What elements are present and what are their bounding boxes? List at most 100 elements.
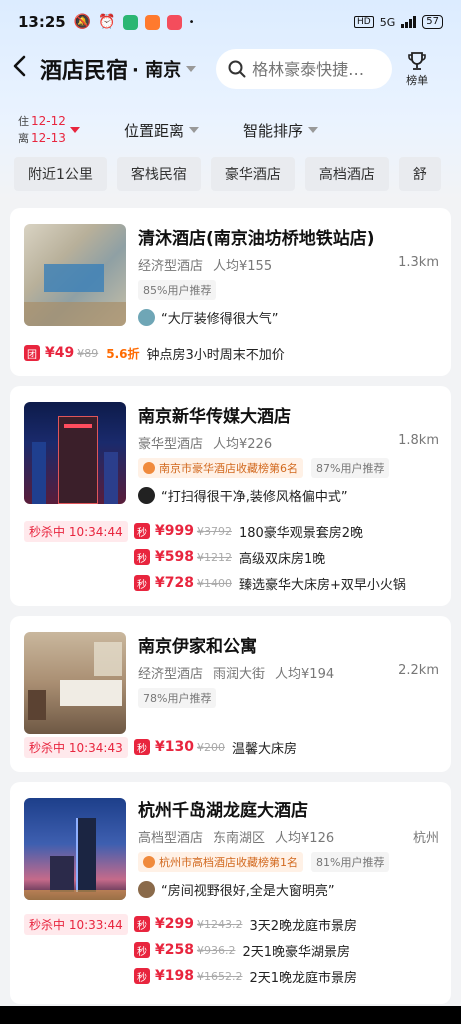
ranking-label: 杭州市高档酒店收藏榜第1名 <box>159 856 298 869</box>
flash-badge: 秒 <box>134 916 150 932</box>
hotel-name: 南京新华传媒大酒店 <box>138 407 291 427</box>
clock: 13:25 <box>18 13 66 31</box>
sort-label: 智能排序 <box>243 121 304 140</box>
avg-price: 人均¥155 <box>213 259 273 274</box>
city-selector[interactable]: · 南京 <box>132 56 197 82</box>
chip[interactable]: 舒 <box>398 157 441 191</box>
ranking-label: 南京市豪华酒店收藏榜第6名 <box>159 462 298 475</box>
offer-row[interactable]: 秒 ¥598 ¥1212 高级双床房1晚 <box>24 546 439 568</box>
app-notification-icon <box>166 14 182 30</box>
avg-price: 人均¥194 <box>275 667 335 682</box>
chip[interactable]: 豪华酒店 <box>210 157 295 191</box>
back-arrow-icon[interactable] <box>12 54 40 84</box>
flash-badge: 秒 <box>134 942 150 958</box>
area: 雨润大街 <box>213 667 266 682</box>
ranking-tag[interactable]: 杭州市高档酒店收藏榜第1名 <box>138 852 303 872</box>
medal-icon <box>143 856 155 868</box>
location-label: 位置距离 <box>124 121 185 140</box>
alarm-icon: ⏰ <box>98 14 116 30</box>
original-price: ¥1400 <box>196 576 232 590</box>
hotel-card[interactable]: 杭州千岛湖龙庭大酒店 高档型酒店 东南湖区 人均¥126 杭州 杭州市高档酒店收藏榜第… <box>10 782 451 1004</box>
deal-row[interactable]: 团 ¥49 ¥89 5.6折 钟点房3小时周末不加价 <box>24 342 439 364</box>
avg-price: 人均¥126 <box>275 831 335 846</box>
offer-price: ¥598 <box>155 549 194 565</box>
avatar <box>138 309 155 326</box>
original-price: ¥3792 <box>196 524 232 538</box>
avg-price: 人均¥226 <box>213 437 273 452</box>
original-price: ¥1652.2 <box>196 969 243 983</box>
distance: 杭州 <box>412 831 439 846</box>
city-label: · 南京 <box>132 60 182 81</box>
offer-row[interactable]: 秒杀中 10:33:44 秒 ¥299 ¥1243.2 3天2晚龙庭市景房 <box>24 913 439 935</box>
discount: 5.6折 <box>106 346 140 361</box>
offer-row[interactable]: 秒杀中 10:34:44 秒 ¥999 ¥3792 180豪华观景套房2晚 <box>24 520 439 542</box>
flash-sale-timer: 秒杀中 10:34:43 <box>24 736 128 758</box>
app-notification-icon <box>144 14 160 30</box>
checkout-date: 12-13 <box>31 131 66 145</box>
network-label: 5G <box>379 15 396 29</box>
status-bar: 13:25 🔕 ⏰ • HD 5G 57 <box>0 0 461 44</box>
flash-badge: 秒 <box>134 549 150 565</box>
chip[interactable]: 高档酒店 <box>304 157 389 191</box>
offer-desc: 2天1晚龙庭市景房 <box>249 970 358 986</box>
original-price: ¥936.2 <box>196 943 236 957</box>
hotel-type: 经济型酒店 <box>138 667 204 682</box>
offer-desc: 温馨大床房 <box>231 741 297 757</box>
hotel-name: 清沐酒店(南京油坊桥地铁站店) <box>138 229 375 249</box>
hotel-type: 经济型酒店 <box>138 259 204 274</box>
hd-icon: HD <box>354 16 374 28</box>
original-price: ¥1212 <box>196 550 232 564</box>
hotel-name: 杭州千岛湖龙庭大酒店 <box>138 801 308 821</box>
offer-price: ¥130 <box>155 739 194 755</box>
recommend-tag: 81%用户推荐 <box>311 852 390 872</box>
smart-sort-filter[interactable]: 智能排序 <box>243 120 319 141</box>
recommend-tag: 87%用户推荐 <box>311 458 390 478</box>
mute-bell-icon: 🔕 <box>73 14 92 30</box>
offer-row[interactable]: 秒 ¥258 ¥936.2 2天1晚豪华湖景房 <box>24 939 439 961</box>
search-input[interactable] <box>252 59 383 79</box>
app-notification-icon <box>122 14 138 30</box>
header: 酒店民宿 · 南京 榜单 <box>0 44 461 94</box>
hotel-card[interactable]: 南京伊家和公寓 经济型酒店 雨润大街 人均¥194 2.2km 78%用户推荐 秒杀中… <box>10 616 451 772</box>
rank-button[interactable]: 榜单 <box>406 50 428 88</box>
quick-filter-chips: 附近1公里 客栈民宿 豪华酒店 高档酒店 舒 <box>14 157 461 191</box>
flash-badge: 秒 <box>134 523 150 539</box>
offer-desc: 2天1晚豪华湖景房 <box>242 944 351 960</box>
flash-badge: 秒 <box>134 739 150 755</box>
offer-row[interactable]: 秒 ¥198 ¥1652.2 2天1晚龙庭市景房 <box>24 965 439 987</box>
date-selector[interactable]: 住 12-12 离 12-13 <box>18 113 108 147</box>
battery-icon: 57 <box>422 15 443 29</box>
flash-badge: 秒 <box>134 575 150 591</box>
original-price: ¥89 <box>77 346 99 360</box>
chevron-down-icon <box>186 66 197 72</box>
review-text: “大厅装修得很大气” <box>161 312 279 327</box>
hotel-type: 豪华型酒店 <box>138 437 204 452</box>
offer-desc: 高级双床房1晚 <box>238 551 326 567</box>
hotel-photo <box>24 224 126 326</box>
hotel-name: 南京伊家和公寓 <box>138 637 257 657</box>
deal-price: ¥49 <box>45 345 75 361</box>
review-text: “房间视野很好,全是大窗明亮” <box>161 884 335 899</box>
hotel-card[interactable]: 南京新华传媒大酒店 豪华型酒店 人均¥226 1.8km 南京市豪华酒店收藏榜第6名… <box>10 386 451 606</box>
offer-price: ¥258 <box>155 942 194 958</box>
search-box[interactable] <box>216 49 393 89</box>
page-title: 酒店民宿 <box>40 59 129 84</box>
distance: 1.8km <box>398 433 439 448</box>
rank-label: 榜单 <box>406 74 429 87</box>
chip[interactable]: 附近1公里 <box>14 157 107 191</box>
offer-row[interactable]: 秒杀中 10:34:43 秒 ¥130 ¥200 温馨大床房 <box>24 736 439 758</box>
trophy-icon <box>408 52 426 70</box>
chip[interactable]: 客栈民宿 <box>116 157 201 191</box>
checkout-prefix: 离 <box>18 132 29 145</box>
offer-price: ¥999 <box>155 523 194 539</box>
offer-row[interactable]: 秒 ¥728 ¥1400 臻选豪华大床房+双早小火锅 <box>24 572 439 594</box>
location-distance-filter[interactable]: 位置距离 <box>124 120 200 141</box>
hotel-card[interactable]: 清沐酒店(南京油坊桥地铁站店) 经济型酒店 人均¥155 1.3km 85%用户推荐… <box>10 208 451 376</box>
recommend-tag: 78%用户推荐 <box>138 688 217 708</box>
ranking-tag[interactable]: 南京市豪华酒店收藏榜第6名 <box>138 458 303 478</box>
original-price: ¥200 <box>196 740 225 754</box>
offer-desc: 3天2晚龙庭市景房 <box>249 918 358 934</box>
flash-sale-timer: 秒杀中 10:34:44 <box>24 520 128 542</box>
review-text: “打扫得很干净,装修风格偏中式” <box>161 490 348 505</box>
hotel-photo <box>24 798 126 900</box>
